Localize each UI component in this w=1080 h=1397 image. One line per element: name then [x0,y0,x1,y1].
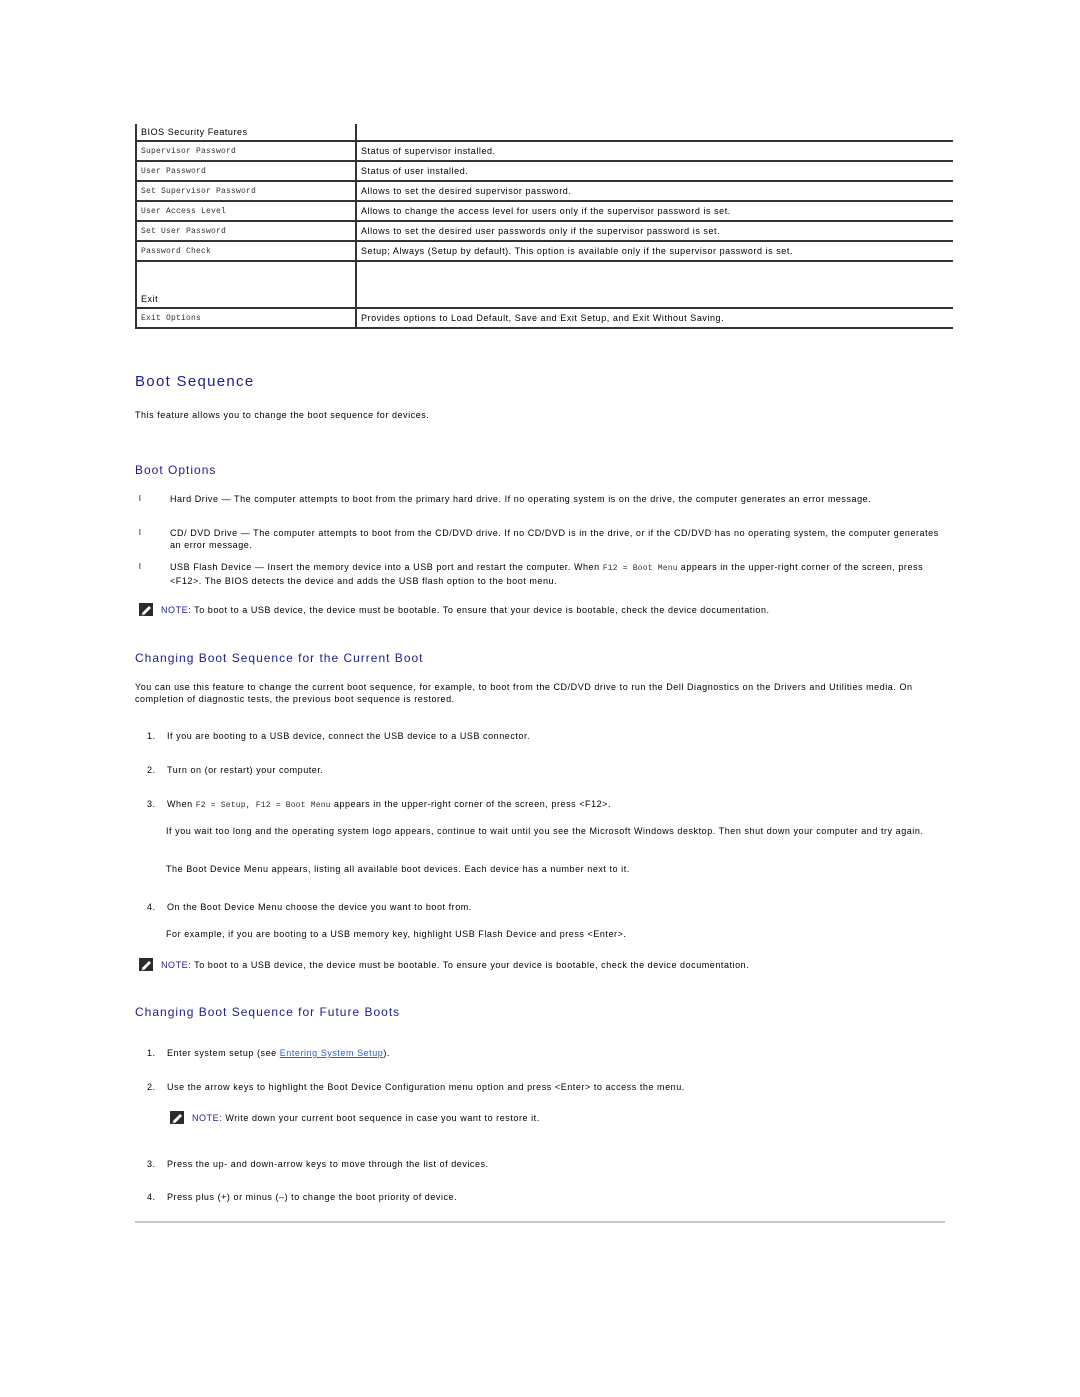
current-boot-heading: Changing Boot Sequence for the Current B… [135,651,424,665]
step-text: If you are booting to a USB device, conn… [167,731,531,741]
boot-option-text: The computer attempts to boot from the p… [234,494,872,504]
boot-option-name: Hard Drive [170,494,219,504]
option-name: User Password [135,161,357,182]
note-text: Write down your current boot sequence in… [222,1113,540,1123]
table-header-row: BIOS Security Features [135,124,953,142]
option-description: Setup; Always (Setup by default). This o… [356,241,953,262]
step-number: 4. [147,902,156,912]
step-number: 1. [147,731,156,741]
step-text: Turn on (or restart) your computer. [167,765,324,775]
step-text: Press the up- and down-arrow keys to mov… [167,1159,489,1169]
note-pencil-icon [170,1111,184,1124]
entering-system-setup-link[interactable]: Entering System Setup [280,1048,384,1058]
table-group-row: Exit [135,261,953,309]
step-detail: The Boot Device Menu appears, listing al… [166,864,630,874]
step-number: 3. [147,1159,156,1169]
step-number: 2. [147,1082,156,1092]
step-number: 4. [147,1192,156,1202]
step-text: Press plus (+) or minus (–) to change th… [167,1192,458,1202]
bullet-icon: l [139,494,142,503]
option-description: Status of user installed. [356,161,953,182]
boot-option-text: The computer attempts to boot from the C… [170,528,939,550]
note-text: To boot to a USB device, the device must… [191,605,770,615]
table-group-header: Exit [135,261,357,309]
table-row: Supervisor Password Status of supervisor… [135,141,953,162]
option-description: Allows to set the desired user passwords… [356,221,953,242]
option-name: User Access Level [135,201,357,222]
footer-divider [135,1221,945,1223]
step-text: On the Boot Device Menu choose the devic… [167,902,472,912]
future-boots-heading: Changing Boot Sequence for Future Boots [135,1005,401,1019]
option-name: Password Check [135,241,357,262]
option-name: Set User Password [135,221,357,242]
boot-option-name: USB Flash Device [170,562,252,572]
step-text: Use the arrow keys to highlight the Boot… [167,1082,685,1092]
step-number: 3. [147,799,156,809]
option-description: Allows to set the desired supervisor pas… [356,181,953,202]
bios-security-table: BIOS Security Features Supervisor Passwo… [135,124,953,329]
step-number: 2. [147,765,156,775]
step-detail: If you wait too long and the operating s… [166,826,924,836]
note-label: NOTE: [161,960,192,970]
key-code: F12 = Boot Menu [602,564,678,573]
key-code: F2 = Setup, F12 = Boot Menu [195,801,331,810]
boot-sequence-heading: Boot Sequence [135,373,255,390]
note-pencil-icon [139,603,153,616]
option-description: Status of supervisor installed. [356,141,953,162]
table-row: Set User Password Allows to set the desi… [135,221,953,242]
note-pencil-icon [139,958,153,971]
table-row: Set Supervisor Password Allows to set th… [135,181,953,202]
option-name: Supervisor Password [135,141,357,162]
bullet-icon: l [139,562,142,571]
note-label: NOTE: [192,1113,223,1123]
boot-options-heading: Boot Options [135,463,217,477]
option-description: Provides options to Load Default, Save a… [356,308,953,329]
current-boot-intro: You can use this feature to change the c… [135,682,913,704]
table-row: Exit Options Provides options to Load De… [135,308,953,329]
note-label: NOTE: [161,605,192,615]
boot-sequence-intro: This feature allows you to change the bo… [135,410,430,420]
boot-option-name: CD/ DVD Drive [170,528,238,538]
table-group-header: BIOS Security Features [135,124,357,142]
table-row: User Password Status of user installed. [135,161,953,182]
option-name: Exit Options [135,308,357,329]
option-name: Set Supervisor Password [135,181,357,202]
option-description: Allows to change the access level for us… [356,201,953,222]
table-row: User Access Level Allows to change the a… [135,201,953,222]
bullet-icon: l [139,528,142,537]
step-number: 1. [147,1048,156,1058]
note-text: To boot to a USB device, the device must… [191,960,750,970]
step-detail: For example, if you are booting to a USB… [166,929,627,939]
table-row: Password Check Setup; Always (Setup by d… [135,241,953,262]
